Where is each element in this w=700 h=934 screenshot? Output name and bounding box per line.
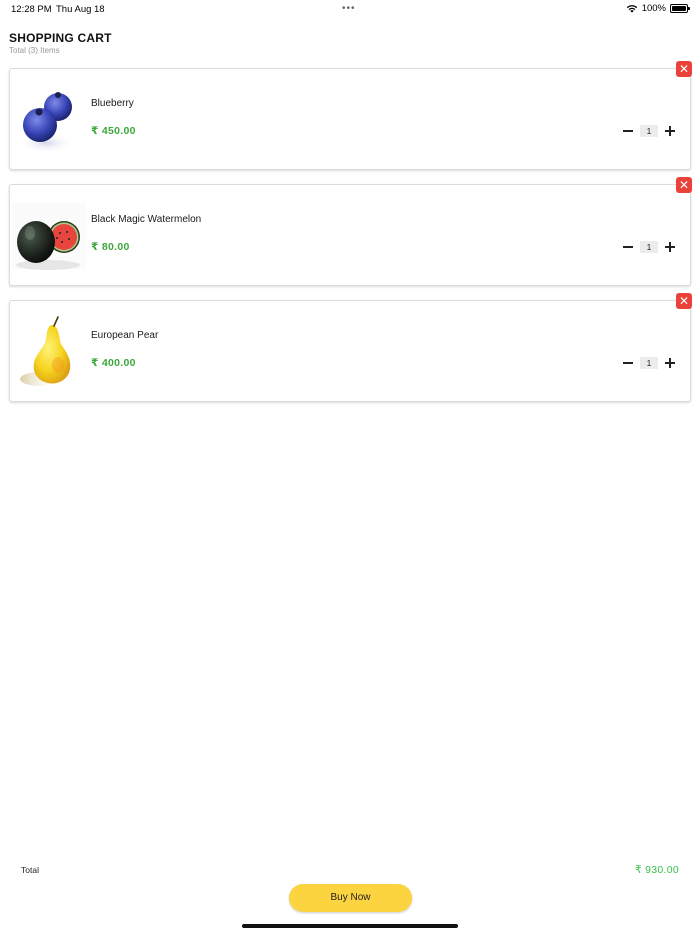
blueberry-image [18,92,74,153]
item-name: European Pear [91,330,159,341]
cart-list: Blueberry ₹ 450.00 1 ✕ Black Magic Water… [9,61,692,416]
close-icon: ✕ [678,178,690,192]
status-time: 12:28 PM [11,4,52,15]
cart-item: European Pear ₹ 400.00 1 ✕ [9,293,692,402]
remove-item-button[interactable]: ✕ [676,293,692,309]
battery-icon [670,4,690,13]
cart-item: Black Magic Watermelon ₹ 80.00 1 ✕ [9,177,692,286]
watermelon-image [12,203,86,270]
item-name: Black Magic Watermelon [91,214,202,225]
item-price: ₹ 80.00 [91,241,130,253]
total-label: Total [21,865,39,875]
home-indicator[interactable] [242,924,458,928]
close-icon: ✕ [678,294,690,308]
item-price: ₹ 450.00 [91,125,136,137]
quantity-value: 1 [640,241,658,253]
item-name: Blueberry [91,98,134,109]
quantity-stepper: 1 [622,241,676,253]
buy-now-button[interactable]: Buy Now [289,884,412,912]
pear-image [20,316,71,386]
quantity-value: 1 [640,125,658,137]
increase-quantity-button[interactable] [664,357,676,369]
total-value: ₹ 930.00 [634,864,679,876]
page-title: SHOPPING CART [9,31,112,45]
decrease-quantity-button[interactable] [622,241,634,253]
increase-quantity-button[interactable] [664,125,676,137]
status-indicators: 100% [626,3,690,14]
multitasking-dots[interactable]: ••• [342,3,356,14]
remove-item-button[interactable]: ✕ [676,61,692,77]
battery-percentage: 100% [641,3,666,14]
cart-item: Blueberry ₹ 450.00 1 ✕ [9,61,692,170]
item-count: Total (3) Items [9,46,60,55]
quantity-value: 1 [640,357,658,369]
quantity-stepper: 1 [622,125,676,137]
close-icon: ✕ [678,62,690,76]
item-price: ₹ 400.00 [91,357,136,369]
wifi-icon [626,5,637,13]
quantity-stepper: 1 [622,357,676,369]
remove-item-button[interactable]: ✕ [676,177,692,193]
status-bar: 12:28 PM Thu Aug 18 ••• 100% [0,0,700,18]
decrease-quantity-button[interactable] [622,357,634,369]
decrease-quantity-button[interactable] [622,125,634,137]
status-date: Thu Aug 18 [56,4,105,15]
increase-quantity-button[interactable] [664,241,676,253]
